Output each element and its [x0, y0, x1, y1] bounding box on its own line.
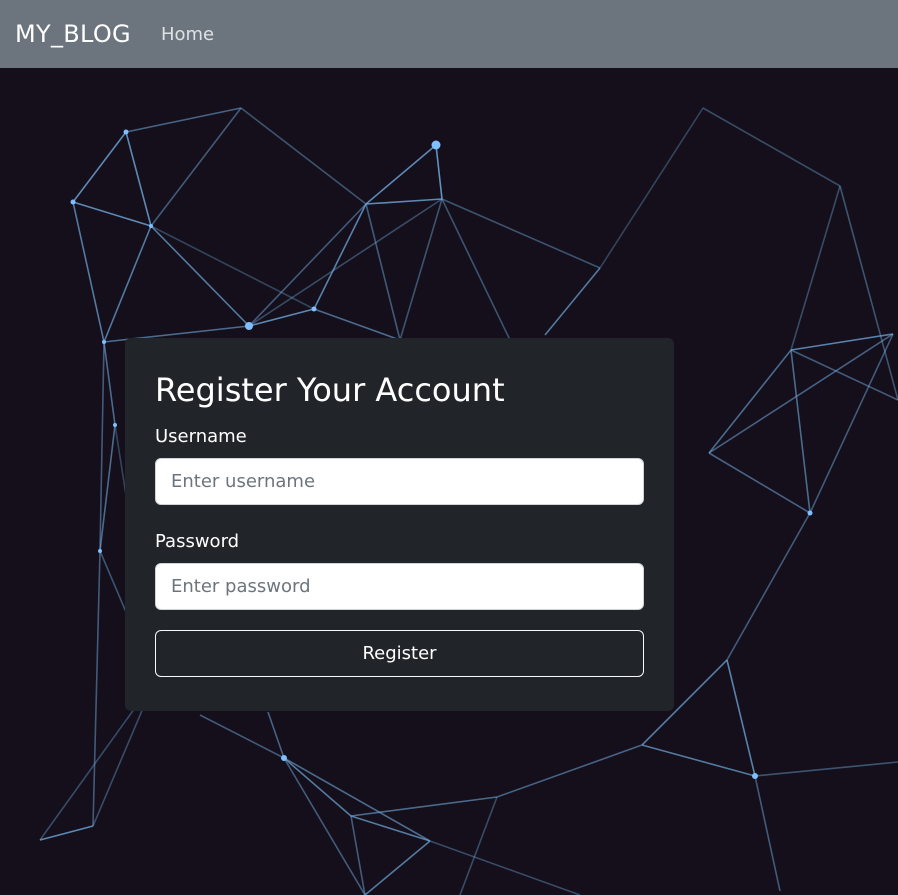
network-line — [350, 815, 431, 842]
network-node — [311, 306, 317, 312]
network-line — [459, 796, 498, 895]
register-title: Register Your Account — [155, 371, 505, 409]
network-node — [431, 140, 441, 150]
network-line — [790, 185, 841, 351]
register-button[interactable]: Register — [155, 630, 644, 677]
password-label: Password — [155, 531, 240, 552]
username-label: Username — [155, 426, 247, 447]
network-line — [754, 761, 898, 777]
network-line — [103, 341, 116, 426]
network-line — [248, 198, 443, 327]
nav-link-home[interactable]: Home — [161, 24, 214, 45]
network-node — [102, 340, 106, 344]
network-line — [92, 550, 101, 827]
network-line — [150, 225, 250, 327]
network-node — [149, 224, 153, 228]
network-line — [72, 201, 152, 227]
network-line — [150, 107, 242, 227]
network-line — [708, 452, 811, 514]
network-line — [350, 796, 498, 817]
network-line — [248, 308, 315, 327]
navbar-brand[interactable]: MY_BLOG — [15, 20, 131, 48]
network-line — [125, 131, 152, 227]
network-line — [435, 144, 443, 200]
network-line — [240, 107, 367, 205]
network-line — [313, 308, 401, 341]
network-line — [72, 131, 127, 203]
network-line — [103, 225, 152, 343]
network-node — [807, 510, 813, 516]
navbar: MY_BLOG Home — [0, 0, 898, 68]
network-line — [599, 107, 704, 269]
network-line — [726, 512, 811, 661]
network-node — [123, 129, 129, 135]
network-node — [98, 549, 102, 553]
username-input[interactable] — [155, 458, 644, 505]
network-line — [150, 225, 315, 310]
network-line — [702, 107, 841, 187]
network-node — [70, 199, 76, 205]
network-node — [752, 773, 758, 779]
password-input[interactable] — [155, 563, 644, 610]
network-line — [283, 757, 352, 817]
network-node — [245, 322, 253, 330]
network-line — [365, 198, 443, 205]
network-line — [790, 333, 894, 351]
network-line — [641, 744, 756, 777]
network-line — [365, 144, 437, 205]
network-line — [496, 744, 643, 798]
network-line — [429, 840, 581, 895]
network-line — [754, 775, 781, 892]
network-line — [125, 107, 242, 133]
register-card: Register Your Account Username Password … — [125, 338, 674, 711]
network-line — [399, 198, 443, 341]
network-line — [726, 659, 756, 777]
network-line — [839, 185, 898, 401]
network-line — [313, 203, 367, 310]
network-line — [544, 267, 601, 336]
network-line — [283, 757, 431, 842]
network-line — [248, 203, 367, 327]
network-line — [708, 349, 792, 454]
network-line — [364, 840, 431, 895]
network-line — [365, 203, 401, 341]
network-line — [441, 198, 511, 341]
network-line — [441, 198, 601, 269]
network-line — [72, 201, 105, 343]
network-node — [113, 423, 117, 427]
network-line — [790, 349, 811, 514]
network-node — [281, 755, 287, 761]
